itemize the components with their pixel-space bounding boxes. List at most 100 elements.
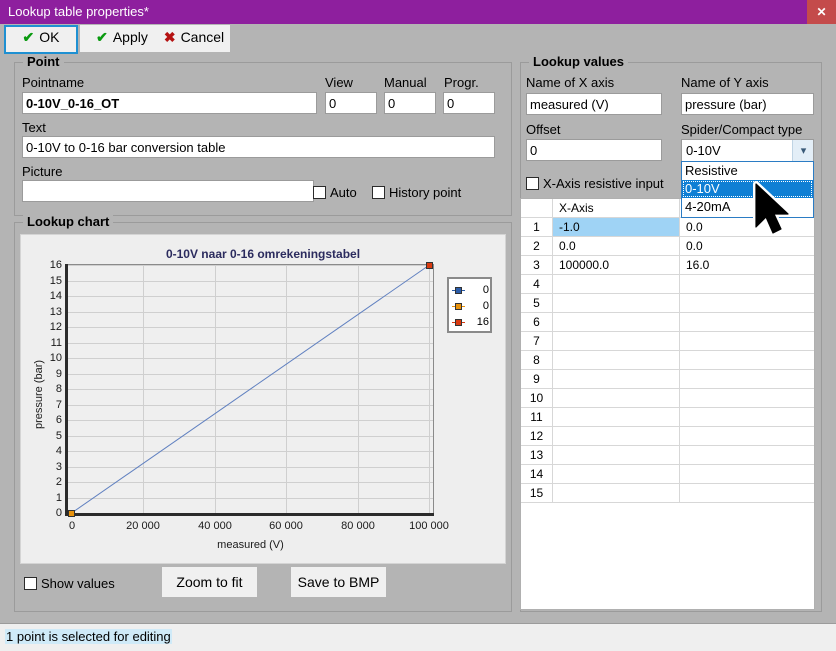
table-row[interactable]: 9 (521, 370, 814, 389)
status-bar: 1 point is selected for editing (0, 623, 836, 651)
y-axis-tick-label: 3 (55, 461, 62, 473)
spider-type-dropdown-list[interactable]: Resistive 0-10V 4-20mA (681, 161, 814, 218)
cell-x[interactable]: 100000.0 (553, 256, 680, 275)
y-axis-tick-label: 15 (49, 275, 62, 287)
y-axis-name-input[interactable] (681, 93, 814, 115)
checkbox-box (313, 186, 326, 199)
cell-x[interactable] (553, 389, 680, 408)
x-axis-tick-label: 100 000 (409, 520, 449, 532)
cell-y[interactable]: 16.0 (680, 256, 814, 275)
chart-point-marker[interactable] (425, 261, 433, 269)
chart-canvas[interactable]: 0-10V naar 0-16 omrekeningstabel 0123456… (20, 234, 506, 564)
dropdown-option[interactable]: Resistive (682, 162, 813, 180)
table-row[interactable]: 7 (521, 332, 814, 351)
cell-x[interactable] (553, 313, 680, 332)
row-index: 1 (521, 218, 553, 237)
cell-y[interactable] (680, 408, 814, 427)
cell-y[interactable] (680, 446, 814, 465)
table-row[interactable]: 5 (521, 294, 814, 313)
y-axis-name-label: Name of Y axis (681, 75, 769, 90)
table-row[interactable]: 10 (521, 389, 814, 408)
x-axis-resistive-checkbox[interactable]: X-Axis resistive input (526, 176, 664, 191)
apply-button-label: Apply (112, 29, 148, 45)
grid-line-horizontal (68, 482, 433, 483)
close-button[interactable]: ✕ (807, 0, 836, 24)
cell-x[interactable]: -1.0 (553, 218, 680, 237)
cell-y[interactable]: 0.0 (680, 218, 814, 237)
picture-input[interactable] (22, 180, 314, 202)
table-row[interactable]: 13 (521, 446, 814, 465)
pointname-input[interactable] (22, 92, 317, 114)
manual-label: Manual (384, 75, 427, 90)
grid-line-horizontal (68, 327, 433, 328)
row-index: 9 (521, 370, 553, 389)
table-row[interactable]: 1 -1.0 0.0 (521, 218, 814, 237)
check-icon: ✔ (22, 29, 35, 45)
cell-x[interactable] (553, 370, 680, 389)
history-point-checkbox[interactable]: History point (372, 185, 461, 200)
checkbox-box (372, 186, 385, 199)
grid-line-horizontal (68, 405, 433, 406)
text-input[interactable] (22, 136, 495, 158)
ok-button[interactable]: ✔ OK (4, 25, 78, 54)
x-axis-name-input[interactable] (526, 93, 662, 115)
x-axis-tick-label: 20 000 (126, 520, 160, 532)
cell-x[interactable] (553, 275, 680, 294)
table-row[interactable]: 15 (521, 484, 814, 503)
cell-y[interactable] (680, 465, 814, 484)
zoom-to-fit-button[interactable]: Zoom to fit (162, 567, 257, 597)
cell-y[interactable]: 0.0 (680, 237, 814, 256)
table-row[interactable]: 6 (521, 313, 814, 332)
progr-input[interactable] (443, 92, 495, 114)
table-row[interactable]: 12 (521, 427, 814, 446)
grid-line-horizontal (68, 467, 433, 468)
grid-line-horizontal (68, 358, 433, 359)
cell-x[interactable] (553, 332, 680, 351)
cell-y[interactable] (680, 294, 814, 313)
y-axis-tick-label: 2 (55, 476, 62, 488)
cell-y[interactable] (680, 427, 814, 446)
cancel-button[interactable]: ✖ Cancel (158, 25, 230, 52)
cell-y[interactable] (680, 370, 814, 389)
cell-y[interactable] (680, 389, 814, 408)
save-to-bmp-button[interactable]: Save to BMP (291, 567, 386, 597)
lookup-table[interactable]: X-AxisY-Axis1-1.00.020.00.03100000.016.0… (520, 198, 815, 610)
cell-x[interactable]: 0.0 (553, 237, 680, 256)
table-row[interactable]: 3 100000.0 16.0 (521, 256, 814, 275)
manual-input[interactable] (384, 92, 436, 114)
view-input[interactable] (325, 92, 377, 114)
table-row[interactable]: 14 (521, 465, 814, 484)
cell-y[interactable] (680, 484, 814, 503)
cell-y[interactable] (680, 313, 814, 332)
row-index: 7 (521, 332, 553, 351)
cell-x[interactable] (553, 351, 680, 370)
cell-x[interactable] (553, 484, 680, 503)
dropdown-option[interactable]: 0-10V (682, 180, 813, 198)
auto-checkbox[interactable]: Auto (313, 185, 357, 200)
grid-line-horizontal (68, 281, 433, 282)
progr-label: Progr. (444, 75, 479, 90)
legend-swatch (455, 319, 462, 326)
picture-label: Picture (22, 164, 63, 179)
cell-y[interactable] (680, 275, 814, 294)
table-row[interactable]: 11 (521, 408, 814, 427)
cell-x[interactable] (553, 427, 680, 446)
cell-x[interactable] (553, 446, 680, 465)
cell-x[interactable] (553, 465, 680, 484)
offset-input[interactable] (526, 139, 662, 161)
cell-y[interactable] (680, 351, 814, 370)
apply-button[interactable]: ✔ Apply (80, 25, 164, 52)
cell-x[interactable] (553, 408, 680, 427)
table-row[interactable]: 2 0.0 0.0 (521, 237, 814, 256)
dropdown-option[interactable]: 4-20mA (682, 198, 813, 216)
table-row[interactable]: 8 (521, 351, 814, 370)
spider-type-combobox[interactable]: 0-10V ▾ (681, 139, 814, 162)
chevron-down-icon[interactable]: ▾ (792, 140, 813, 161)
point-group-title: Point (23, 54, 64, 69)
chart-point-marker[interactable] (68, 509, 76, 517)
table-row[interactable]: 4 (521, 275, 814, 294)
show-values-checkbox[interactable]: Show values (24, 576, 115, 591)
grid-line-horizontal (68, 312, 433, 313)
cell-x[interactable] (553, 294, 680, 313)
cell-y[interactable] (680, 332, 814, 351)
